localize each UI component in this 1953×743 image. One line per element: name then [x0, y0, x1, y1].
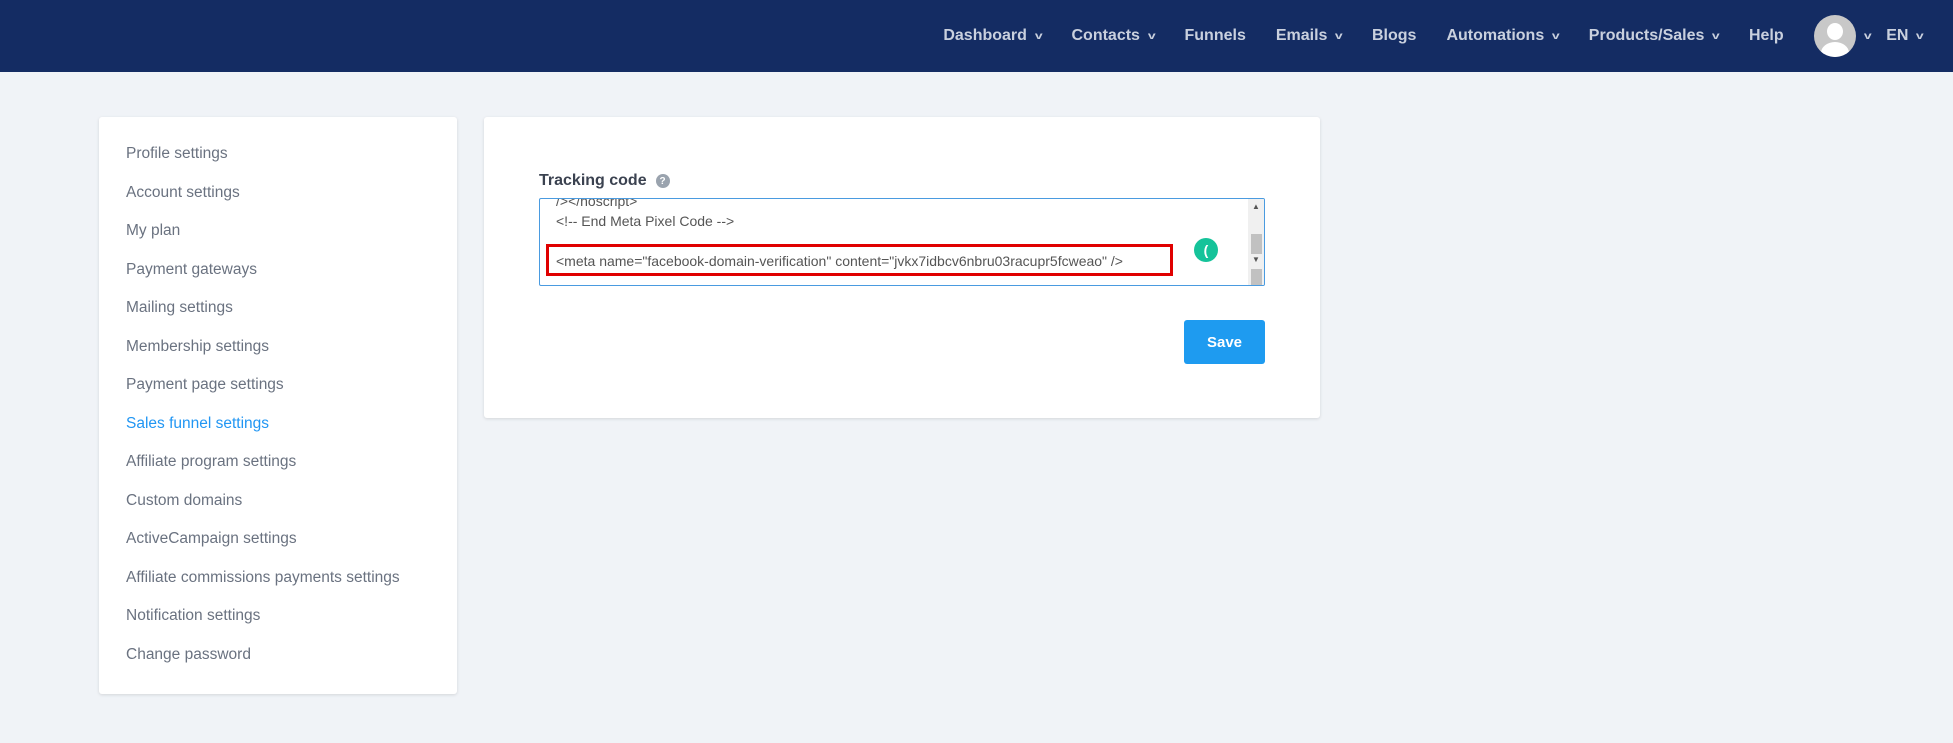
sidebar-item-account-settings[interactable]: Account settings [126, 184, 240, 202]
tracking-code-label: Tracking code? [539, 172, 670, 190]
highlight-box [546, 244, 1173, 276]
label-text: Tracking code [539, 172, 647, 189]
chevron-down-icon: v [1034, 30, 1043, 42]
tracking-code-panel: Tracking code? /></noscript> <!-- End Me… [484, 117, 1320, 418]
top-navbar: Dashboard v Contacts v Funnels Emails v Blo… [0, 0, 1953, 72]
chevron-down-icon: v [1552, 30, 1560, 42]
chevron-down-icon: v [1916, 30, 1925, 42]
code-line: /></noscript> [556, 198, 638, 209]
user-menu[interactable]: v [1800, 15, 1871, 57]
scroll-thumb[interactable] [1251, 234, 1262, 254]
avatar [1813, 15, 1856, 57]
sidebar-item-profile-settings[interactable]: Profile settings [126, 145, 228, 163]
nav-label: Automations [1446, 27, 1545, 44]
nav-funnels[interactable]: Funnels [1185, 27, 1246, 45]
nav-label: Funnels [1184, 27, 1246, 44]
scroll-up-icon[interactable]: ▲ [1252, 202, 1260, 211]
nav-label: Products/Sales [1588, 27, 1705, 44]
sidebar-item-affiliate-program-settings[interactable]: Affiliate program settings [126, 453, 296, 471]
scrollbar[interactable]: ▲ ▼ [1248, 199, 1264, 285]
chevron-down-icon: v [1712, 30, 1721, 42]
nav-contacts[interactable]: Contacts v [1071, 27, 1156, 45]
help-icon[interactable]: ? [655, 174, 670, 188]
nav-dashboard[interactable]: Dashboard v [943, 27, 1043, 45]
save-button[interactable]: Save [1184, 320, 1265, 364]
nav-label: Contacts [1071, 27, 1140, 44]
nav-help[interactable]: Help [1749, 27, 1784, 45]
sidebar-item-membership-settings[interactable]: Membership settings [126, 338, 269, 356]
tracking-code-textarea[interactable]: /></noscript> <!-- End Meta Pixel Code -… [539, 198, 1265, 286]
nav-emails[interactable]: Emails v [1275, 27, 1344, 45]
sidebar-item-mailing-settings[interactable]: Mailing settings [126, 299, 233, 317]
nav-automations[interactable]: Automations v [1446, 27, 1560, 45]
scroll-track [1251, 269, 1262, 285]
settings-sidebar: Profile settings Account settings My plan P… [99, 117, 457, 694]
sidebar-item-activecampaign-settings[interactable]: ActiveCampaign settings [126, 530, 297, 548]
nav-blogs[interactable]: Blogs [1372, 27, 1416, 45]
nav-products-sales[interactable]: Products/Sales v [1588, 27, 1721, 45]
chevron-down-icon: v [1863, 30, 1872, 42]
nav-label: Dashboard [943, 27, 1027, 44]
sidebar-item-payment-gateways[interactable]: Payment gateways [126, 261, 257, 279]
chevron-down-icon: v [1147, 30, 1156, 42]
scroll-down-icon[interactable]: ▼ [1252, 255, 1260, 264]
sidebar-item-custom-domains[interactable]: Custom domains [126, 492, 242, 510]
grammarly-icon[interactable]: ( [1194, 238, 1218, 262]
sidebar-item-affiliate-commissions-payments-settings[interactable]: Affiliate commissions payments settings [126, 569, 400, 587]
sidebar-item-sales-funnel-settings[interactable]: Sales funnel settings [126, 415, 269, 433]
chevron-down-icon: v [1335, 30, 1344, 42]
sidebar-item-change-password[interactable]: Change password [126, 646, 251, 664]
language-selector[interactable]: EN v [1886, 27, 1925, 45]
sidebar-item-notification-settings[interactable]: Notification settings [126, 607, 260, 625]
sidebar-item-my-plan[interactable]: My plan [126, 222, 180, 240]
nav-label: Blogs [1372, 27, 1417, 44]
sidebar-item-payment-page-settings[interactable]: Payment page settings [126, 376, 284, 394]
language-label: EN [1886, 27, 1909, 44]
code-line: <!-- End Meta Pixel Code --> [556, 213, 735, 229]
nav-label: Emails [1275, 27, 1328, 44]
nav-label: Help [1748, 27, 1784, 44]
